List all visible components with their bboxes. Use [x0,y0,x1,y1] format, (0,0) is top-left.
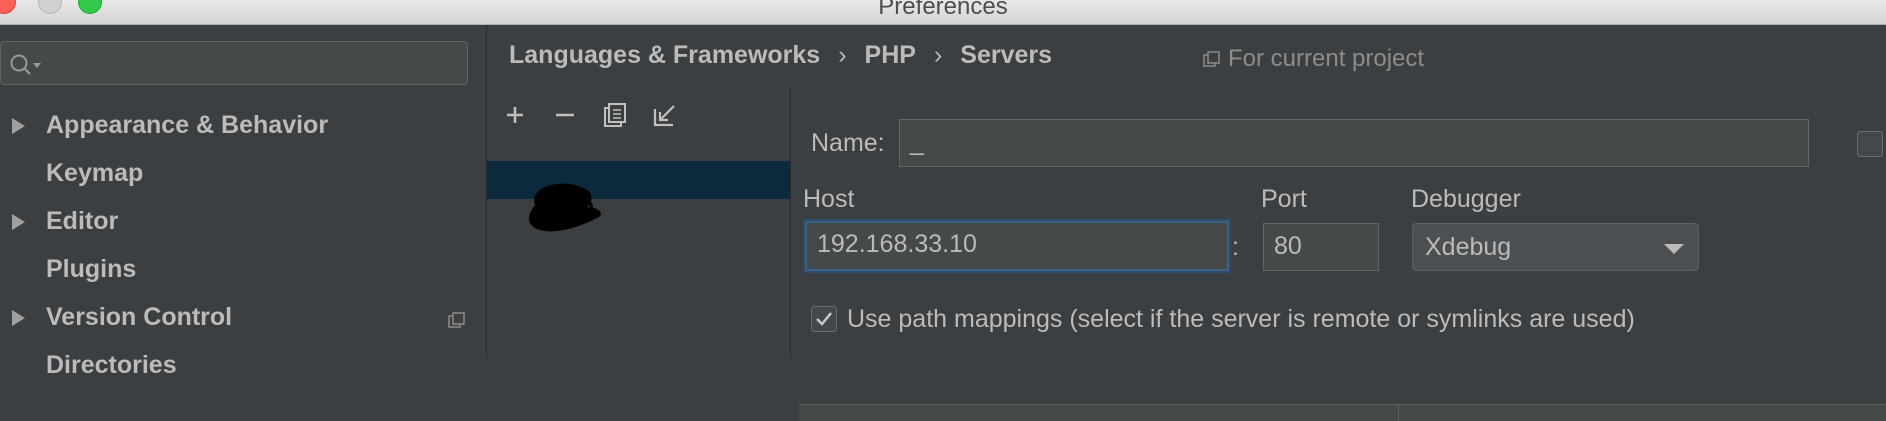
breadcrumb: Languages & Frameworks › PHP › Servers [509,41,1052,70]
add-icon[interactable] [499,99,531,131]
project-copy-icon [1203,50,1220,67]
search-input[interactable] [0,41,468,85]
path-mappings-label: Use path mappings (select if the server … [847,305,1635,333]
debugger-label: Debugger [1411,185,1521,213]
port-field[interactable]: 80 [1263,223,1379,271]
title-bar: Preferences [0,0,1886,25]
window-title: Preferences [878,0,1008,20]
settings-sidebar: Appearance & Behavior Keymap Editor Plug… [0,25,487,379]
path-mappings-checkbox[interactable] [811,306,837,332]
name-field[interactable]: _ [899,119,1809,167]
chevron-down-icon [1664,244,1684,254]
breadcrumb-php[interactable]: PHP [865,41,916,69]
scope-label: For current project [1228,45,1425,72]
debugger-select[interactable]: Xdebug [1412,223,1699,271]
debugger-value: Xdebug [1425,233,1512,261]
expand-arrow-icon[interactable] [12,118,25,134]
server-form: Name: _ Host 192.168.33.10 : Port 80 Deb… [791,87,1886,421]
host-label: Host [803,185,855,213]
expand-arrow-icon[interactable] [12,214,25,230]
shared-checkbox[interactable] [1857,131,1883,157]
expand-arrow-icon[interactable] [12,310,25,326]
breadcrumb-languages-frameworks[interactable]: Languages & Frameworks [509,41,820,69]
host-port-separator: : [1232,233,1239,261]
breadcrumb-separator: › [838,41,847,69]
path-mappings-table-header [799,404,1886,421]
server-list-pane [487,87,791,358]
breadcrumb-servers: Servers [960,41,1053,69]
scope-indicator: For current project [1202,45,1424,73]
project-copy-icon [448,312,465,328]
main-panel: Languages & Frameworks › PHP › Servers For c… [487,25,1886,421]
remove-icon[interactable] [549,99,581,131]
search-icon [10,54,41,75]
copy-icon[interactable] [599,99,631,131]
checkmark-icon [816,312,832,326]
column-divider[interactable] [1398,405,1399,421]
import-icon[interactable] [649,99,681,131]
host-field[interactable]: 192.168.33.10 [805,221,1229,271]
redacted-server-name [529,183,601,232]
port-label: Port [1261,185,1307,213]
name-label: Name: [811,129,885,157]
breadcrumb-separator: › [933,41,943,69]
